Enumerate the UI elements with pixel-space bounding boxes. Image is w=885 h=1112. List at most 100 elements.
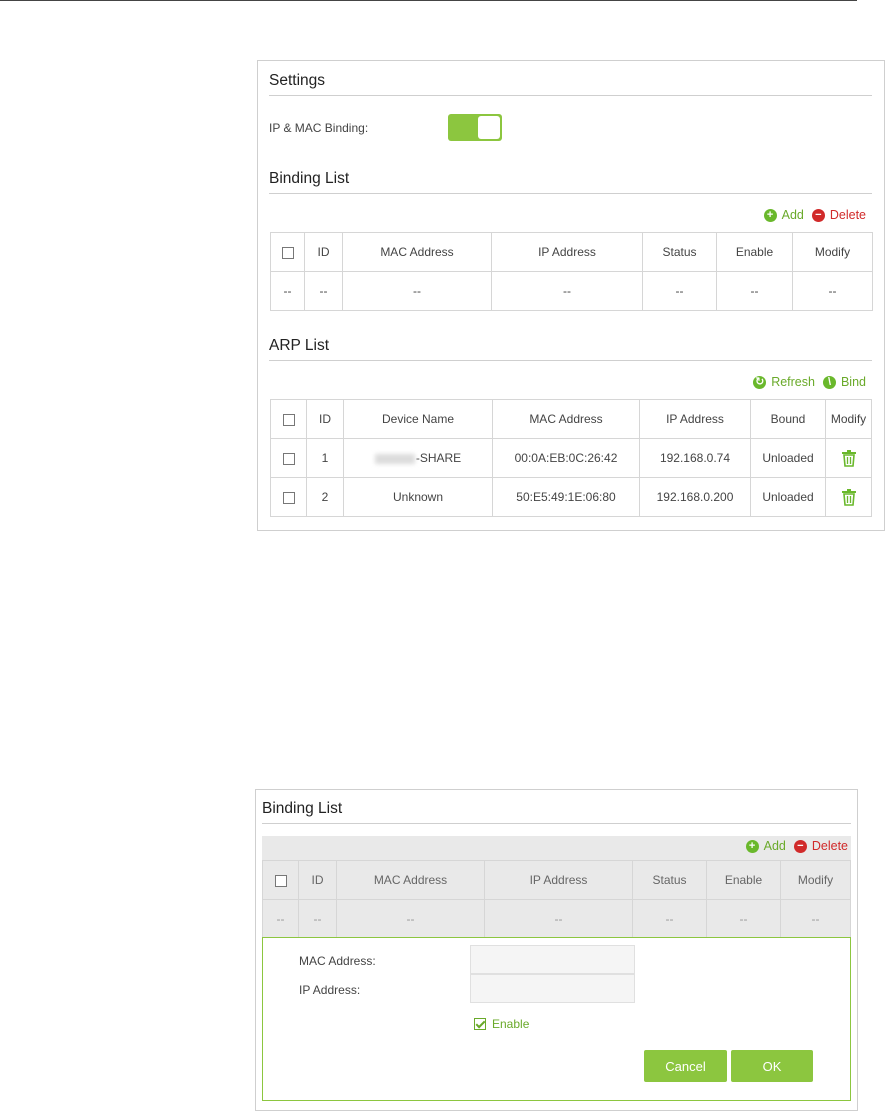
row-checkbox[interactable]	[282, 452, 295, 465]
binding-list-divider	[262, 823, 851, 824]
arp-table: ID Device Name MAC Address IP Address Bo…	[270, 399, 872, 517]
redacted-blur	[374, 453, 415, 464]
col-status: Status	[632, 860, 707, 900]
col-modify: Modify	[825, 399, 872, 439]
device-name-text: -SHARE	[415, 451, 462, 465]
arp-list-actions: ↻ Refresh \ Bind	[753, 375, 866, 389]
table-row: 2 Unknown 50:E5:49:1E:06:80 192.168.0.20…	[270, 477, 872, 517]
cell: --	[792, 271, 873, 311]
trash-icon[interactable]	[841, 488, 857, 506]
cell-bound: Unloaded	[750, 438, 826, 478]
select-all-checkbox[interactable]	[281, 246, 294, 259]
cell: --	[262, 899, 299, 939]
delete-label: Delete	[811, 839, 848, 853]
settings-divider	[269, 95, 872, 96]
select-all-checkbox[interactable]	[282, 413, 295, 426]
cell: --	[632, 899, 707, 939]
binding-list-divider	[269, 193, 872, 194]
add-entry-form: MAC Address: IP Address: Enable Cancel O…	[262, 937, 851, 1101]
toggle-knob	[478, 116, 500, 139]
ok-button[interactable]: OK	[731, 1050, 813, 1082]
add-label: Add	[781, 208, 804, 222]
col-bound: Bound	[750, 399, 826, 439]
add-label: Add	[763, 839, 786, 853]
table-header-row: ID Device Name MAC Address IP Address Bo…	[270, 399, 872, 439]
binding-table: ID MAC Address IP Address Status Enable …	[262, 860, 851, 939]
ip-mac-binding-label: IP & MAC Binding:	[269, 121, 369, 135]
cell-modify	[825, 477, 872, 517]
bind-label: Bind	[840, 375, 866, 389]
ip-address-label: IP Address:	[299, 983, 361, 997]
cell-modify	[825, 438, 872, 478]
col-id: ID	[298, 860, 337, 900]
binding-list-panel: Binding List + Add − Delete ID MAC Addre…	[255, 789, 858, 1111]
delete-button[interactable]: − Delete	[793, 839, 848, 853]
arp-list-title: ARP List	[269, 337, 330, 354]
add-button[interactable]: + Add	[745, 839, 786, 853]
cancel-button[interactable]: Cancel	[644, 1050, 727, 1082]
col-id: ID	[304, 232, 343, 272]
cell: --	[304, 271, 343, 311]
cell: --	[780, 899, 851, 939]
trash-icon[interactable]	[841, 449, 857, 467]
cell: --	[484, 899, 633, 939]
enable-label: Enable	[492, 1017, 530, 1031]
enable-checkbox[interactable]	[474, 1018, 486, 1030]
cell: --	[270, 271, 305, 311]
add-button[interactable]: + Add	[763, 208, 804, 222]
select-all-cell	[262, 860, 299, 900]
cell: --	[642, 271, 717, 311]
settings-panel: Settings IP & MAC Binding: Binding List …	[257, 60, 885, 531]
cell-ip: 192.168.0.74	[639, 438, 751, 478]
ip-address-input[interactable]	[470, 974, 635, 1003]
binding-table: ID MAC Address IP Address Status Enable …	[270, 232, 873, 311]
col-mac: MAC Address	[336, 860, 485, 900]
col-enable: Enable	[716, 232, 793, 272]
cell-id: 1	[306, 438, 344, 478]
select-all-checkbox[interactable]	[274, 874, 287, 887]
mac-address-label: MAC Address:	[299, 954, 376, 968]
cell: --	[336, 899, 485, 939]
bind-button[interactable]: \ Bind	[822, 375, 866, 389]
col-ip: IP Address	[491, 232, 643, 272]
cell-device-name: -SHARE	[343, 438, 493, 478]
plus-icon: +	[763, 208, 777, 222]
col-ip: IP Address	[639, 399, 751, 439]
binding-list-title: Binding List	[262, 800, 343, 817]
row-checkbox[interactable]	[282, 491, 295, 504]
binding-list-actions: + Add − Delete	[763, 208, 866, 222]
cell: --	[706, 899, 781, 939]
binding-list-actions: + Add − Delete	[745, 839, 848, 853]
plus-icon: +	[745, 839, 759, 853]
select-all-cell	[270, 232, 305, 272]
cell: --	[491, 271, 643, 311]
ip-mac-binding-toggle[interactable]	[448, 114, 502, 141]
minus-icon: −	[811, 208, 825, 222]
mac-address-input[interactable]	[470, 945, 635, 974]
cell-mac: 50:E5:49:1E:06:80	[492, 477, 640, 517]
cell-ip: 192.168.0.200	[639, 477, 751, 517]
col-enable: Enable	[706, 860, 781, 900]
col-modify: Modify	[780, 860, 851, 900]
enable-checkbox-row[interactable]: Enable	[474, 1017, 529, 1031]
row-select-cell	[270, 477, 307, 517]
cell-device-name: Unknown	[343, 477, 493, 517]
col-id: ID	[306, 399, 344, 439]
cell-id: 2	[306, 477, 344, 517]
refresh-icon: ↻	[753, 375, 767, 389]
table-row: 1 -SHARE 00:0A:EB:0C:26:42 192.168.0.74 …	[270, 438, 872, 478]
col-mac: MAC Address	[342, 232, 492, 272]
table-header-row: ID MAC Address IP Address Status Enable …	[270, 232, 873, 272]
refresh-label: Refresh	[771, 375, 815, 389]
cell-bound: Unloaded	[750, 477, 826, 517]
refresh-button[interactable]: ↻ Refresh	[753, 375, 815, 389]
col-mac: MAC Address	[492, 399, 640, 439]
binding-list-title: Binding List	[269, 170, 350, 187]
minus-icon: −	[793, 839, 807, 853]
arp-list-divider	[269, 360, 872, 361]
col-modify: Modify	[792, 232, 873, 272]
page-top-rule	[0, 0, 857, 1]
settings-title: Settings	[269, 72, 326, 89]
delete-button[interactable]: − Delete	[811, 208, 866, 222]
table-row: -- -- -- -- -- -- --	[270, 271, 873, 311]
